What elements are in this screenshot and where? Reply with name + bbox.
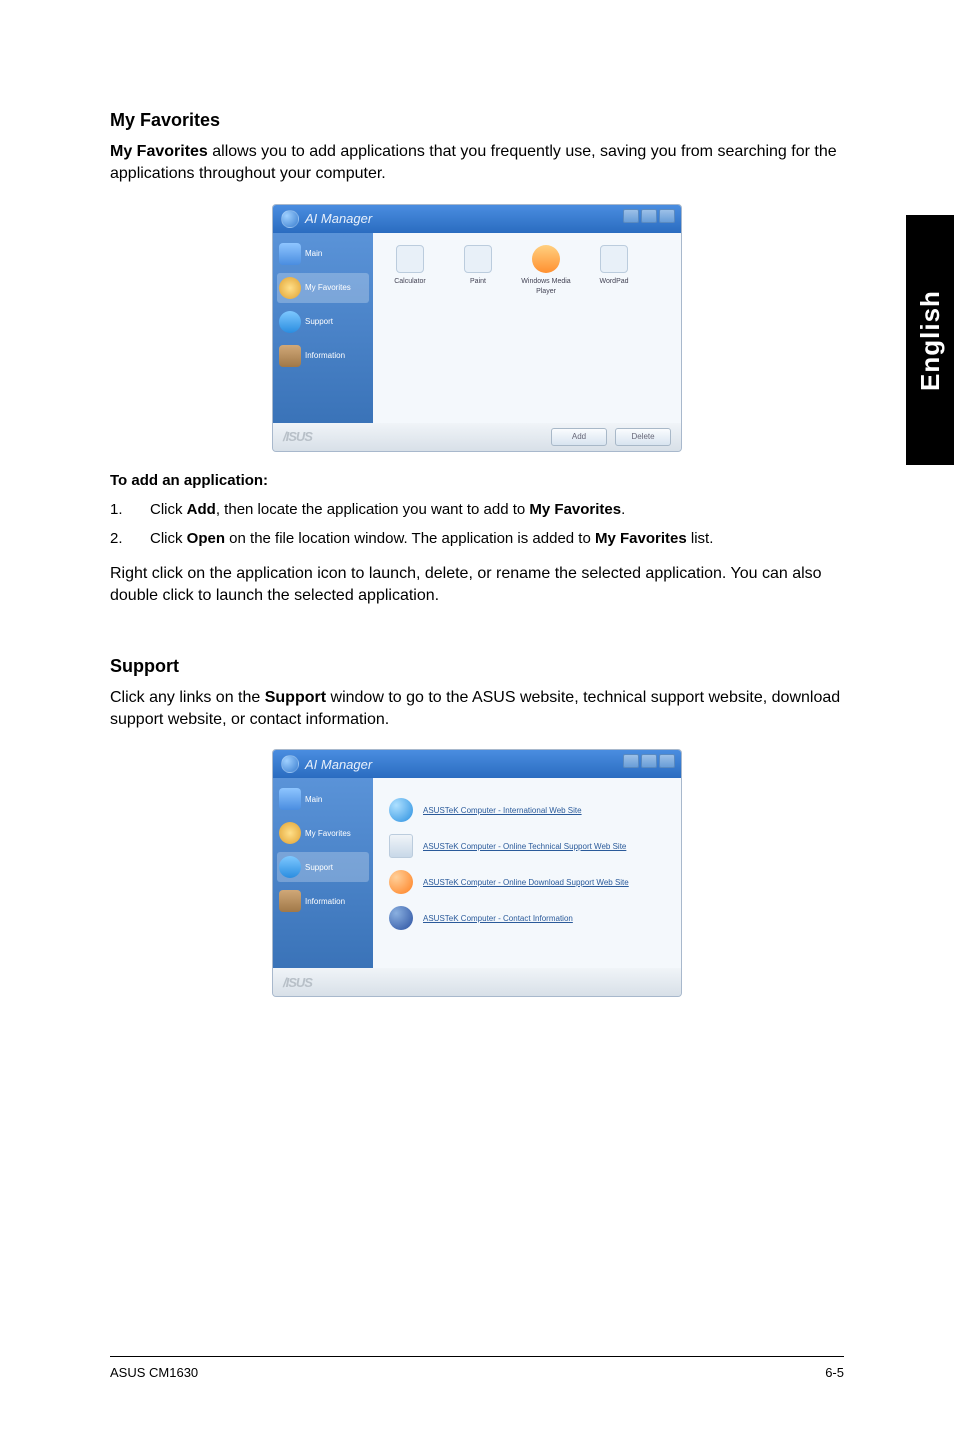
window-titlebar: AI Manager [273,750,681,778]
add-application-heading: To add an application: [110,472,844,489]
step-text: Click Add, then locate the application y… [150,499,625,520]
add-steps: 1. Click Add, then locate the applicatio… [110,499,844,549]
screenshot-my-favorites: AI Manager Main My Favorites Suppo [272,204,682,452]
sidebar-label: Main [305,249,322,258]
app-label: Calculator [394,278,426,285]
support-link-download[interactable]: ASUSTeK Computer - Online Download Suppo… [423,878,629,887]
support-link-row: ASUSTeK Computer - International Web Sit… [389,798,665,822]
support-link-international[interactable]: ASUSTeK Computer - International Web Sit… [423,806,582,815]
screenshot-support: AI Manager Main My Favorites Suppo [272,749,682,997]
information-icon [279,890,301,912]
window-titlebar: AI Manager [273,205,681,233]
my-favorites-intro: My Favorites allows you to add applicati… [110,141,844,186]
paint-icon [464,245,492,273]
favorite-app-calculator[interactable]: Calculator [385,245,435,295]
my-favorites-note: Right click on the application icon to l… [110,563,844,608]
favorite-app-paint[interactable]: Paint [453,245,503,295]
step-number: 1. [110,499,150,520]
app-logo-icon [281,210,299,228]
sidebar-item-main[interactable]: Main [277,784,369,814]
language-label: English [915,290,946,391]
minimize-button[interactable] [623,209,639,223]
close-button[interactable] [659,754,675,768]
app-logo-icon [281,755,299,773]
wmp-icon [532,245,560,273]
app-label: WordPad [599,278,628,285]
sidebar-item-information[interactable]: Information [277,341,369,371]
sidebar-item-favorites[interactable]: My Favorites [277,273,369,303]
add-button[interactable]: Add [551,428,607,446]
wordpad-icon [600,245,628,273]
globe-icon [389,798,413,822]
download-icon [389,870,413,894]
document-icon [389,834,413,858]
window-controls [623,209,675,223]
sidebar-item-favorites[interactable]: My Favorites [277,818,369,848]
page-footer: ASUS CM1630 6-5 [110,1356,844,1380]
page-content: My Favorites My Favorites allows you to … [0,0,954,997]
app-label: Paint [470,278,486,285]
calculator-icon [396,245,424,273]
sidebar-label: My Favorites [305,283,351,292]
support-link-contact[interactable]: ASUSTeK Computer - Contact Information [423,914,573,923]
window-controls [623,754,675,768]
sidebar-item-support[interactable]: Support [277,852,369,882]
content-pane: Calculator Paint Windows Media Player Wo… [373,233,681,423]
support-link-row: ASUSTeK Computer - Contact Information [389,906,665,930]
support-intro: Click any links on the Support window to… [110,687,844,732]
main-icon [279,243,301,265]
favorite-app-wordpad[interactable]: WordPad [589,245,639,295]
contact-icon [389,906,413,930]
sidebar-item-main[interactable]: Main [277,239,369,269]
information-icon [279,345,301,367]
brand-logo: /ISUS [283,975,312,990]
my-favorites-intro-bold: My Favorites [110,143,208,160]
sidebar-label: My Favorites [305,829,351,838]
sidebar-label: Support [305,863,333,872]
delete-button[interactable]: Delete [615,428,671,446]
main-icon [279,788,301,810]
window-footer: /ISUS Add Delete [273,423,681,451]
support-link-technical[interactable]: ASUSTeK Computer - Online Technical Supp… [423,842,626,851]
favorite-app-wmp[interactable]: Windows Media Player [521,245,571,295]
my-favorites-heading: My Favorites [110,110,844,131]
close-button[interactable] [659,209,675,223]
brand-logo: /ISUS [283,429,312,444]
window-title: AI Manager [305,211,372,226]
favorites-icon [279,277,301,299]
step-text: Click Open on the file location window. … [150,528,713,549]
sidebar-label: Support [305,317,333,326]
footer-left: ASUS CM1630 [110,1365,198,1380]
window-title: AI Manager [305,757,372,772]
content-pane: ASUSTeK Computer - International Web Sit… [373,778,681,968]
favorites-icon [279,822,301,844]
support-link-row: ASUSTeK Computer - Online Download Suppo… [389,870,665,894]
step-number: 2. [110,528,150,549]
sidebar-label: Main [305,795,322,804]
sidebar-item-support[interactable]: Support [277,307,369,337]
footer-right: 6-5 [825,1365,844,1380]
sidebar-label: Information [305,897,345,906]
sidebar: Main My Favorites Support Information [273,233,373,423]
sidebar-item-information[interactable]: Information [277,886,369,916]
maximize-button[interactable] [641,754,657,768]
app-label: Windows Media Player [521,278,570,295]
support-icon [279,856,301,878]
sidebar: Main My Favorites Support Information [273,778,373,968]
window-footer: /ISUS [273,968,681,996]
minimize-button[interactable] [623,754,639,768]
maximize-button[interactable] [641,209,657,223]
language-tab: English [906,215,954,465]
step-1: 1. Click Add, then locate the applicatio… [110,499,844,520]
support-icon [279,311,301,333]
step-2: 2. Click Open on the file location windo… [110,528,844,549]
support-link-row: ASUSTeK Computer - Online Technical Supp… [389,834,665,858]
my-favorites-intro-rest: allows you to add applications that you … [110,143,837,182]
support-heading: Support [110,656,844,677]
sidebar-label: Information [305,351,345,360]
